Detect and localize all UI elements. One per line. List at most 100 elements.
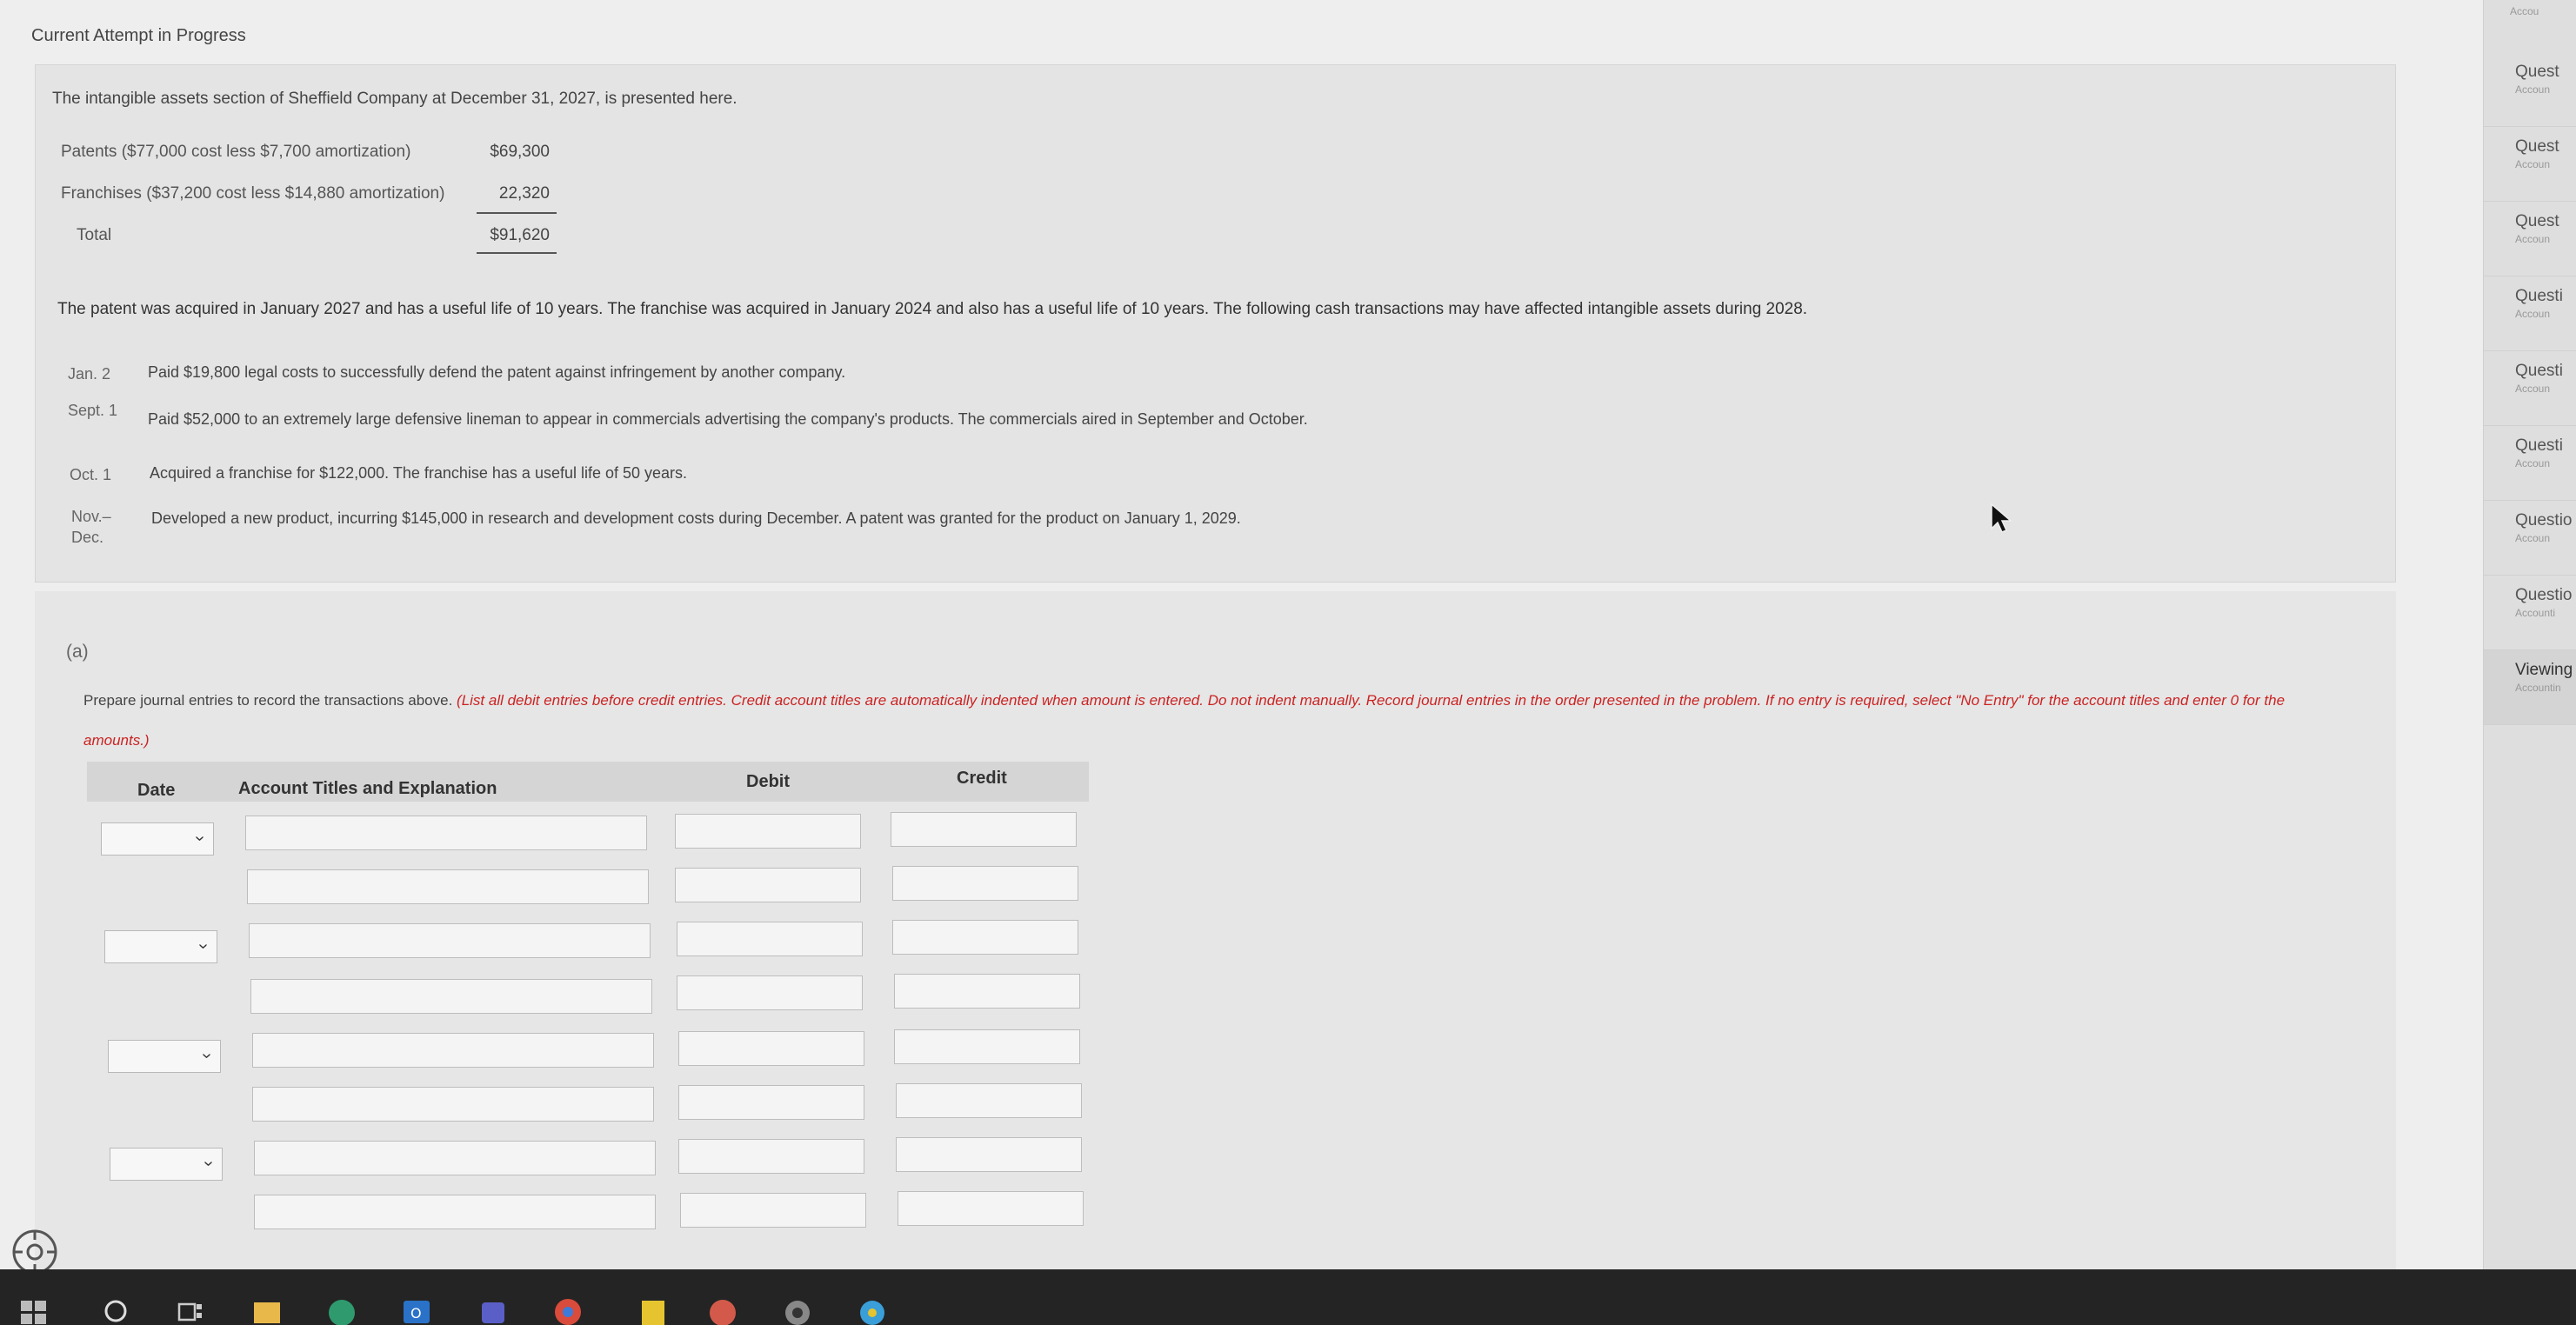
account-input[interactable] xyxy=(250,979,652,1014)
debit-input[interactable] xyxy=(675,868,861,902)
taskbar xyxy=(0,1269,2576,1325)
transaction-desc: Paid $52,000 to an extremely large defen… xyxy=(148,410,1308,428)
account-input[interactable] xyxy=(254,1195,656,1229)
transaction-desc: Paid $19,800 legal costs to successfully… xyxy=(148,363,846,381)
sidebar-question-item[interactable]: Questi Accoun xyxy=(2484,426,2576,501)
credit-input[interactable] xyxy=(896,1137,1082,1172)
sidebar-question-item[interactable]: Quest Accoun xyxy=(2484,52,2576,127)
question-title: Quest xyxy=(2515,137,2559,156)
sticky-notes-icon[interactable] xyxy=(637,1294,670,1325)
patents-label: Patents ($77,000 cost less $7,700 amorti… xyxy=(61,143,411,161)
sidebar-question-item[interactable]: Questi Accoun xyxy=(2484,276,2576,351)
patents-amount: $69,300 xyxy=(490,143,550,161)
transaction-date: Nov.–Dec. xyxy=(71,508,111,546)
total-double-rule xyxy=(477,252,557,254)
svg-text:O: O xyxy=(410,1305,422,1322)
instructions-plain: Prepare journal entries to record the tr… xyxy=(83,692,457,709)
date-select[interactable]: › xyxy=(104,930,217,963)
credit-input[interactable] xyxy=(894,1029,1080,1064)
subtotal-rule xyxy=(477,212,557,214)
question-title: Questi xyxy=(2515,287,2563,305)
credit-input[interactable] xyxy=(892,866,1078,901)
date-select[interactable]: › xyxy=(101,822,214,856)
problem-paragraph: The patent was acquired in January 2027 … xyxy=(57,300,1808,318)
debit-input[interactable] xyxy=(680,1193,866,1228)
transaction-date: Sept. 1 xyxy=(68,402,118,419)
main-content: Current Attempt in Progress The intangib… xyxy=(0,0,2483,1275)
debit-input[interactable] xyxy=(678,1139,864,1174)
transaction-date: Oct. 1 xyxy=(70,466,112,483)
debit-input[interactable] xyxy=(678,1031,864,1066)
mouse-cursor-icon xyxy=(1991,503,2013,533)
credit-input[interactable] xyxy=(892,920,1078,955)
debit-input[interactable] xyxy=(675,814,861,849)
question-subtitle: Accoun xyxy=(2515,233,2551,245)
account-input[interactable] xyxy=(252,1033,654,1068)
question-title: Questi xyxy=(2515,362,2563,380)
account-header: Account Titles and Explanation xyxy=(238,779,497,798)
transaction-desc: Acquired a franchise for $122,000. The f… xyxy=(150,464,688,482)
question-title: Quest xyxy=(2515,63,2559,81)
account-input[interactable] xyxy=(249,923,651,958)
file-explorer-icon[interactable] xyxy=(250,1294,284,1325)
outlook-icon[interactable]: O xyxy=(400,1294,433,1325)
account-input[interactable] xyxy=(252,1087,654,1122)
account-input[interactable] xyxy=(254,1141,656,1175)
credit-input[interactable] xyxy=(891,812,1077,847)
sidebar-question-item-active[interactable]: Viewing Accountin xyxy=(2484,650,2576,725)
question-subtitle: Accoun xyxy=(2515,308,2551,320)
question-title: Questio xyxy=(2515,586,2573,604)
search-icon[interactable] xyxy=(99,1294,132,1325)
journal-table-header xyxy=(87,762,1089,802)
question-subtitle: Accounti xyxy=(2515,607,2556,619)
question-title: Questio xyxy=(2515,511,2573,529)
sidebar-question-item[interactable]: Questi Accoun xyxy=(2484,351,2576,426)
question-title: Questi xyxy=(2515,436,2563,455)
sidebar-question-item[interactable]: Quest Accoun xyxy=(2484,202,2576,276)
debit-header: Debit xyxy=(746,772,790,791)
part-label: (a) xyxy=(66,642,89,662)
franchises-amount: 22,320 xyxy=(498,184,550,203)
task-view-icon[interactable] xyxy=(174,1294,207,1325)
attempt-label: Current Attempt in Progress xyxy=(31,26,246,45)
franchises-label: Franchises ($37,200 cost less $14,880 am… xyxy=(61,184,445,203)
question-subtitle: Accoun xyxy=(2515,532,2551,544)
chevron-down-icon: › xyxy=(194,943,214,949)
account-input[interactable] xyxy=(245,816,647,850)
account-input[interactable] xyxy=(247,869,649,904)
credit-input[interactable] xyxy=(896,1083,1082,1118)
question-subtitle: Accoun xyxy=(2515,457,2551,469)
chevron-down-icon: › xyxy=(199,1161,219,1167)
transaction-date: Jan. 2 xyxy=(68,365,111,383)
instructions: Prepare journal entries to record the tr… xyxy=(83,692,2388,709)
problem-intro: The intangible assets section of Sheffie… xyxy=(52,90,737,108)
debit-input[interactable] xyxy=(677,922,863,956)
sidebar-question-item[interactable]: Questio Accoun xyxy=(2484,501,2576,576)
edge-icon[interactable] xyxy=(325,1294,358,1325)
date-select[interactable]: › xyxy=(108,1040,221,1073)
sidebar-question-item[interactable]: Questio Accounti xyxy=(2484,576,2576,650)
question-subtitle: Accoun xyxy=(2515,383,2551,395)
chevron-down-icon: › xyxy=(190,836,210,842)
total-label: Total xyxy=(77,226,112,244)
camera-icon[interactable] xyxy=(781,1294,814,1325)
instructions-red: (List all debit entries before credit en… xyxy=(457,692,2286,709)
teams-icon[interactable] xyxy=(477,1294,510,1325)
credit-input[interactable] xyxy=(894,974,1080,1009)
question-subtitle: Accoun xyxy=(2515,158,2551,170)
question-title: Quest xyxy=(2515,212,2559,230)
debit-input[interactable] xyxy=(677,975,863,1010)
question-subtitle: Accountin xyxy=(2515,682,2561,694)
windows-icon[interactable] xyxy=(17,1294,50,1325)
chrome-icon[interactable] xyxy=(551,1294,584,1325)
question-subtitle: Accoun xyxy=(2515,83,2551,96)
app-icon[interactable] xyxy=(706,1294,739,1325)
credit-input[interactable] xyxy=(898,1191,1084,1226)
date-select[interactable]: › xyxy=(110,1148,223,1181)
debit-input[interactable] xyxy=(678,1085,864,1120)
chrome-beta-icon[interactable] xyxy=(856,1294,889,1325)
sidebar-question-item[interactable]: Quest Accoun xyxy=(2484,127,2576,202)
instructions-red-continued: amounts.) xyxy=(83,732,150,749)
date-header: Date xyxy=(137,781,176,800)
question-title: Viewing xyxy=(2515,661,2573,679)
